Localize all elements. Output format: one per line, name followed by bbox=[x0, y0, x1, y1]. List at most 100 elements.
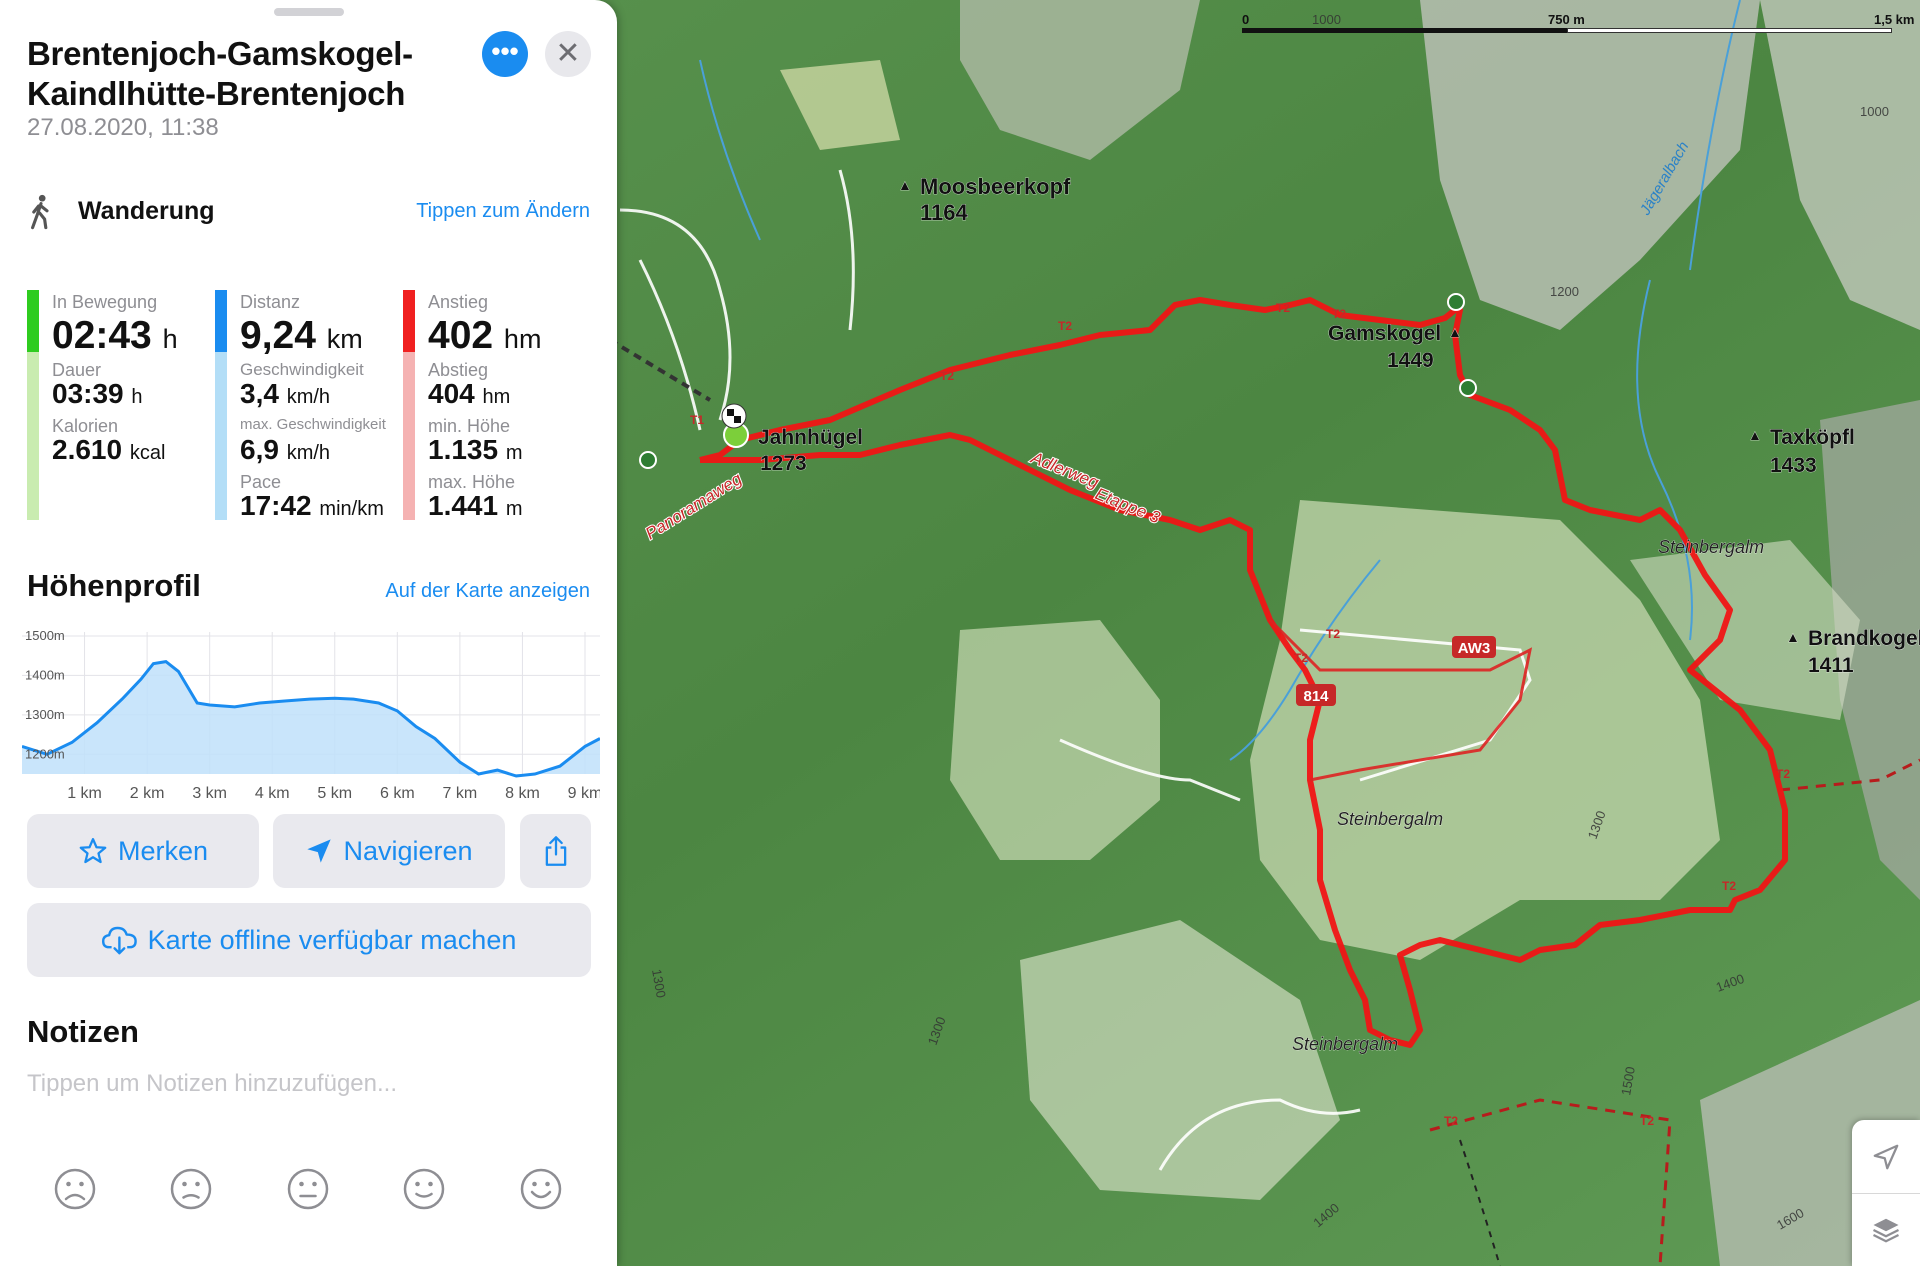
speed-label: Geschwindigkeit bbox=[240, 360, 364, 379]
max-elevation-number: 1.441 bbox=[428, 490, 499, 521]
star-icon bbox=[79, 838, 107, 864]
trail-mark: T2 bbox=[1294, 651, 1308, 665]
poi-marker bbox=[639, 451, 657, 469]
peak-taxkoepfl-elev: 1433 bbox=[1770, 454, 1817, 477]
badge-814-label: 814 bbox=[1303, 688, 1329, 705]
trail-mark: T2 bbox=[1332, 307, 1346, 321]
show-on-map-link[interactable]: Auf der Karte anzeigen bbox=[385, 580, 590, 603]
peak-brandkogel-name: Brandkogel bbox=[1808, 627, 1920, 650]
x-tick-label: 7 km bbox=[443, 785, 478, 802]
ascent-number: 402 bbox=[428, 314, 494, 357]
finish-flag-marker bbox=[721, 403, 747, 429]
map-scale-bar bbox=[1242, 28, 1914, 38]
y-tick-label: 1300m bbox=[25, 707, 65, 722]
speed-unit: km/h bbox=[286, 386, 331, 408]
very-sad-face-icon[interactable] bbox=[54, 1168, 96, 1210]
distance-unit: km bbox=[326, 324, 363, 354]
x-tick-label: 9 km bbox=[568, 785, 600, 802]
max-elevation-unit: m bbox=[505, 498, 523, 520]
location-arrow-icon[interactable] bbox=[1852, 1120, 1920, 1193]
distance-value: 9,24 km bbox=[240, 314, 363, 358]
duration-number: 03:39 bbox=[52, 378, 124, 409]
distance-number: 9,24 bbox=[240, 314, 316, 357]
route-detail-panel: Brentenjoch-Gamskogel-Kaindlhütte-Brente… bbox=[0, 0, 617, 1266]
contour-label: 1000 bbox=[1860, 104, 1889, 119]
place-steinbergalm: Steinbergalm bbox=[1292, 1034, 1398, 1054]
trail-mark: T2 bbox=[940, 369, 954, 383]
trail-mark: T2 bbox=[1776, 767, 1790, 781]
elevation-profile-title: Höhenprofil bbox=[27, 568, 201, 603]
max-speed-unit: km/h bbox=[286, 442, 331, 464]
peak-taxkoepfl-name: Taxköpfl bbox=[1770, 426, 1855, 449]
offline-map-button[interactable]: Karte offline verfügbar machen bbox=[27, 903, 591, 977]
happy-face-icon[interactable] bbox=[403, 1168, 445, 1210]
stat-bar bbox=[27, 290, 39, 352]
descent-value: 404 hm bbox=[428, 378, 510, 410]
close-button[interactable]: ✕ bbox=[545, 31, 591, 77]
scale-label-mid: 750 m bbox=[1548, 12, 1585, 27]
peak-jahnhuegel-elev: 1273 bbox=[760, 452, 807, 475]
neutral-face-icon[interactable] bbox=[287, 1168, 329, 1210]
max-speed-label: max. Geschwindigkeit bbox=[240, 416, 386, 433]
x-tick-label: 6 km bbox=[380, 785, 415, 802]
contour-label: 1000 bbox=[1312, 12, 1341, 27]
x-tick-label: 2 km bbox=[130, 785, 165, 802]
panel-grabber[interactable] bbox=[274, 8, 344, 16]
stat-bar bbox=[403, 290, 415, 352]
peak-moosbeerkopf-elev: 1164 bbox=[920, 200, 968, 225]
close-icon: ✕ bbox=[555, 37, 581, 70]
stats-elevation-column: Anstieg 402 hm Abstieg 404 hm min. Höhe … bbox=[403, 290, 588, 521]
navigate-button[interactable]: Navigieren bbox=[273, 814, 505, 888]
stats-time-column: In Bewegung 02:43 h Dauer 03:39 h Kalori… bbox=[27, 290, 212, 520]
place-steinbergalm: Steinbergalm bbox=[1337, 809, 1443, 829]
pace-unit: min/km bbox=[319, 498, 384, 520]
moving-time-unit: h bbox=[162, 324, 178, 354]
min-elevation-value: 1.135 m bbox=[428, 434, 523, 466]
navigation-arrow-icon bbox=[307, 839, 332, 863]
very-happy-face-icon[interactable] bbox=[520, 1168, 562, 1210]
contour-label: 1200 bbox=[1550, 284, 1579, 299]
cloud-download-icon bbox=[101, 926, 137, 955]
elevation-profile-chart[interactable]: 1500m 1400m 1300m 1200m 1 km 2 km 3 km 4 km 5 k… bbox=[22, 624, 600, 804]
duration-unit: h bbox=[131, 386, 143, 408]
min-elevation-unit: m bbox=[505, 442, 523, 464]
y-tick-label: 1500m bbox=[25, 628, 65, 643]
peak-triangle: ▲ bbox=[1786, 629, 1800, 645]
peak-gamskogel-name: Gamskogel bbox=[1328, 322, 1441, 345]
route-date: 27.08.2020, 11:38 bbox=[27, 114, 219, 141]
change-activity-link[interactable]: Tippen zum Ändern bbox=[416, 200, 590, 223]
moving-time-number: 02:43 bbox=[52, 314, 152, 357]
distance-label: Distanz bbox=[240, 292, 301, 312]
trail-mark: T1 bbox=[690, 413, 704, 427]
poi-marker bbox=[1447, 293, 1465, 311]
share-button[interactable] bbox=[520, 814, 591, 888]
route-title: Brentenjoch-Gamskogel-Kaindlhütte-Brente… bbox=[27, 35, 413, 112]
trail-mark: T2 bbox=[1276, 301, 1290, 315]
max-speed-value: 6,9 km/h bbox=[240, 434, 330, 466]
more-options-button[interactable]: ••• bbox=[482, 31, 528, 77]
hiker-icon bbox=[31, 194, 49, 230]
peak-jahnhuegel-name: Jahnhügel bbox=[758, 426, 863, 449]
notes-input[interactable]: Tippen um Notizen hinzuzufügen... bbox=[27, 1070, 397, 1098]
stat-bar bbox=[403, 352, 415, 520]
duration-value: 03:39 h bbox=[52, 378, 143, 410]
calories-number: 2.610 bbox=[52, 434, 123, 465]
elevation-area bbox=[22, 661, 600, 776]
sad-face-icon[interactable] bbox=[170, 1168, 212, 1210]
peak-triangle: ▲ bbox=[1448, 324, 1462, 340]
peak-moosbeerkopf-name: Moosbeerkopf bbox=[920, 174, 1071, 199]
stat-bar bbox=[215, 290, 227, 352]
trail-mark: T2 bbox=[1326, 627, 1340, 641]
stat-bar bbox=[27, 352, 39, 520]
x-tick-label: 5 km bbox=[317, 785, 352, 802]
peak-triangle: ▲ bbox=[898, 177, 912, 193]
pace-number: 17:42 bbox=[240, 490, 312, 521]
trail-mark: T2 bbox=[1722, 879, 1736, 893]
x-tick-label: 8 km bbox=[505, 785, 540, 802]
map-controls bbox=[1852, 1120, 1920, 1266]
peak-brandkogel-elev: 1411 bbox=[1808, 654, 1854, 677]
activity-type: Wanderung bbox=[78, 197, 215, 225]
descent-unit: hm bbox=[482, 386, 511, 408]
layers-icon[interactable] bbox=[1852, 1194, 1920, 1266]
save-button[interactable]: Merken bbox=[27, 814, 259, 888]
